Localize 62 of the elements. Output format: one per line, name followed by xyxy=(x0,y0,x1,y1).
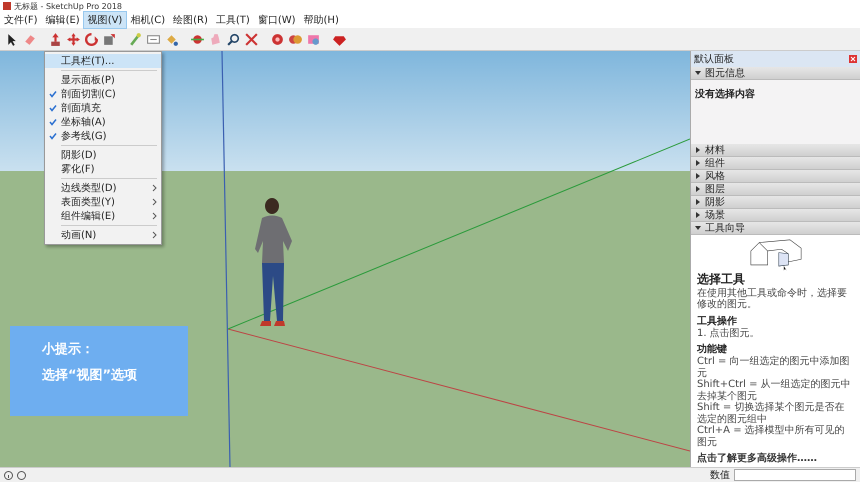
push-pull-icon[interactable] xyxy=(48,32,63,46)
expanded-triangle-icon xyxy=(695,225,701,231)
menu-option[interactable]: 雾化(F) xyxy=(45,162,161,176)
collapsed-triangle-icon xyxy=(695,160,701,166)
measurements-field[interactable] xyxy=(734,469,856,481)
tool-description: 在使用其他工具或命令时，选择要修改的图元。 xyxy=(697,288,848,310)
expanded-triangle-icon xyxy=(695,70,701,76)
menu-option[interactable]: 参考线(G) xyxy=(45,129,161,143)
panel-header[interactable]: 阴影 xyxy=(691,196,860,209)
menu-option[interactable]: 剖面切割(C) xyxy=(45,87,161,101)
zoom-extents-icon[interactable] xyxy=(244,32,259,46)
menu-option[interactable]: 剖面填充 xyxy=(45,101,161,115)
move-icon[interactable] xyxy=(66,32,81,46)
rotate-icon[interactable] xyxy=(84,32,99,46)
section-heading: 工具操作 xyxy=(697,314,738,328)
tool-name: 选择工具 xyxy=(697,270,746,288)
menu-item[interactable]: 视图(V) xyxy=(84,12,126,28)
more-link[interactable]: 点击了解更多高级操作…… xyxy=(697,451,854,465)
panel-header[interactable]: 材料 xyxy=(691,144,860,157)
collapsed-triangle-icon xyxy=(695,173,701,179)
menu-option[interactable]: 表面类型(Y) xyxy=(45,195,161,209)
modifier-key-text: Ctrl+A = 选择模型中所有可见的图元 xyxy=(697,425,846,448)
window-title: 无标题 - SketchUp Pro 2018 xyxy=(14,0,122,12)
scale-icon[interactable] xyxy=(102,32,117,46)
menu-item[interactable]: 窗口(W) xyxy=(254,12,300,28)
menu-option[interactable]: 边线类型(D) xyxy=(45,181,161,195)
panel-header[interactable]: 图层 xyxy=(691,183,860,196)
tip-text: 选择“视图”选项 xyxy=(42,367,138,384)
menu-option[interactable]: 显示面板(P) xyxy=(45,73,161,87)
menu-item[interactable]: 编辑(E) xyxy=(42,12,84,28)
menu-option[interactable]: 阴影(D) xyxy=(45,148,161,162)
panel-header[interactable]: 场景 xyxy=(691,209,860,222)
tip-title: 小提示： xyxy=(42,341,95,358)
zoom-icon[interactable] xyxy=(226,32,241,46)
panel-header[interactable]: 工具向导 xyxy=(691,222,860,235)
collapsed-triangle-icon xyxy=(695,212,701,218)
menu-option[interactable]: 动画(N) xyxy=(45,228,161,242)
info-icon[interactable] xyxy=(4,470,13,480)
modifier-key-text: Shift+Ctrl = 从一组选定的图元中去掉某个图元 xyxy=(697,379,852,402)
operation-text: 1. 点击图元。 xyxy=(697,328,761,339)
entity-info-text: 没有选择内容 xyxy=(695,89,755,100)
menu-item[interactable]: 绘图(R) xyxy=(169,12,212,28)
panel-header[interactable]: 图元信息 xyxy=(691,67,860,80)
menu-item[interactable]: 相机(C) xyxy=(126,12,170,28)
collapsed-triangle-icon xyxy=(695,199,701,205)
menu-option[interactable]: 组件编辑(E) xyxy=(45,209,161,223)
menu-option[interactable]: 坐标轴(A) xyxy=(45,115,161,129)
panel-header[interactable]: 风格 xyxy=(691,170,860,183)
menu-option[interactable]: 工具栏(T)... xyxy=(45,54,161,68)
collapsed-triangle-icon xyxy=(695,147,701,153)
modifier-key-text: Ctrl = 向一组选定的图元中添加图元 xyxy=(697,356,851,378)
tray-title: 默认面板 xyxy=(694,52,734,66)
panel-header[interactable]: 组件 xyxy=(691,157,860,170)
section-heading: 功能键 xyxy=(697,342,728,356)
menu-item[interactable]: 文件(F) xyxy=(0,12,42,28)
measurements-label: 数值 xyxy=(710,469,730,482)
menu-item[interactable]: 工具(T) xyxy=(212,12,254,28)
tape-measure-icon[interactable] xyxy=(128,32,143,46)
modifier-key-text: Shift = 切换选择某个图元是否在选定的图元组中 xyxy=(697,402,846,424)
close-icon[interactable] xyxy=(849,55,857,63)
collapsed-triangle-icon xyxy=(695,186,701,192)
menu-item[interactable]: 帮助(H) xyxy=(300,12,343,28)
